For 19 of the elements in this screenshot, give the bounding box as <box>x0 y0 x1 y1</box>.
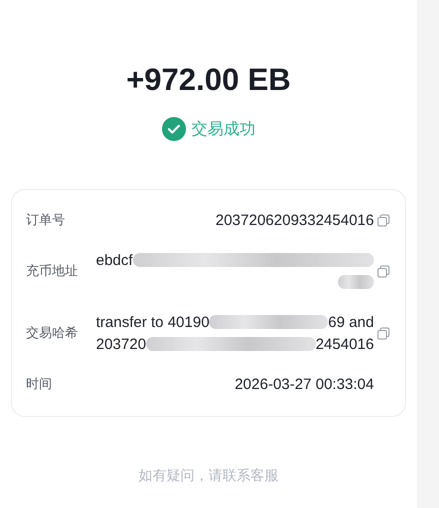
detail-value: 2037206209332454016 <box>215 212 374 228</box>
redaction-blur <box>338 275 374 289</box>
detail-value: 2454016 <box>316 336 374 352</box>
copy-icon[interactable] <box>377 264 390 278</box>
detail-value: 2026-03-27 00:33:04 <box>234 376 374 392</box>
detail-value: ebdcf <box>96 252 133 268</box>
detail-label: 订单号 <box>26 212 65 229</box>
contact-support-text: 如有疑问，请联系客服 <box>138 467 278 485</box>
copy-icon[interactable] <box>377 214 390 226</box>
detail-value: 69 and <box>328 314 374 330</box>
amount: +972.00 EB <box>126 61 291 99</box>
detail-value: transfer to 40190 <box>96 314 210 330</box>
check-circle-icon <box>162 117 186 141</box>
detail-label: 充币地址 <box>26 263 78 280</box>
copy-icon[interactable] <box>377 326 390 340</box>
detail-label: 时间 <box>26 376 52 393</box>
detail-label: 交易哈希 <box>26 325 78 342</box>
detail-value: 203720 <box>96 336 146 352</box>
status-text: 交易成功 <box>192 118 256 140</box>
